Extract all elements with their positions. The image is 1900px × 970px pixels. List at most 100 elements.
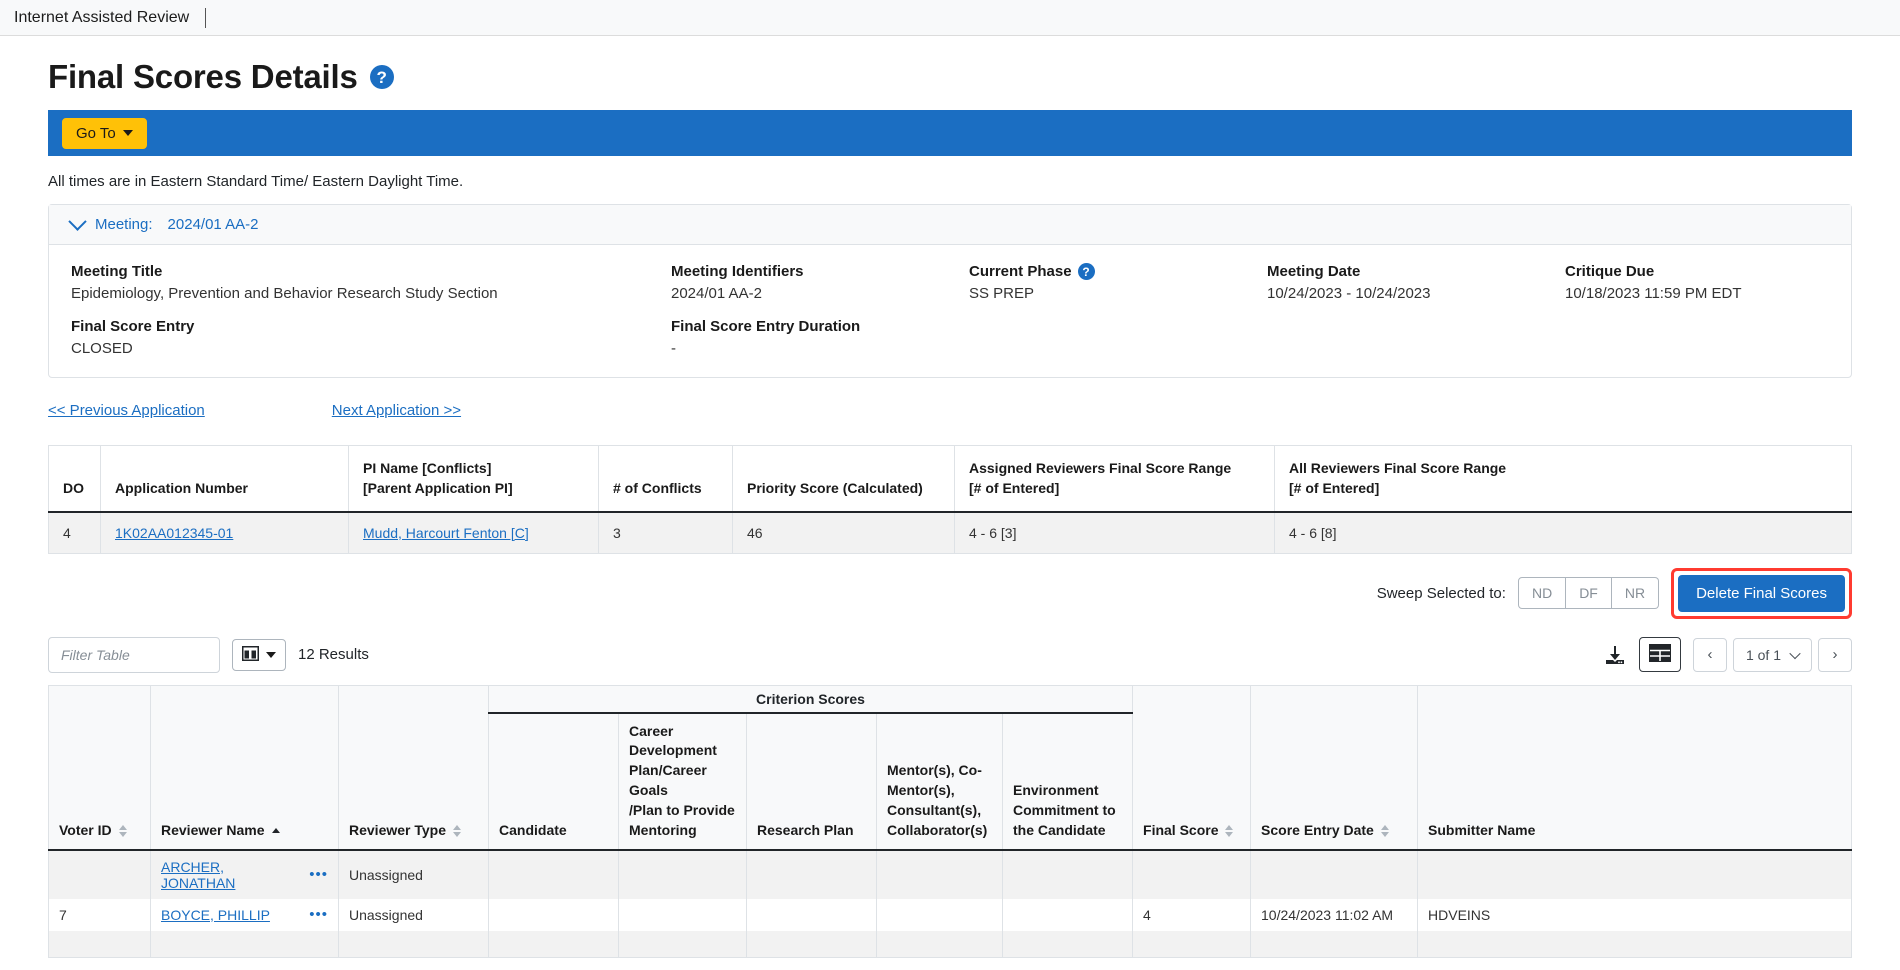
cell-reviewer-type: Unassigned: [338, 898, 489, 931]
field-value: Epidemiology, Prevention and Behavior Re…: [71, 285, 498, 302]
reviewer-name-link[interactable]: BOYCE, PHILLIP: [161, 907, 270, 923]
application-number-link[interactable]: 1K02AA012345-01: [115, 525, 233, 541]
cell-candidate: [488, 898, 619, 931]
cell-career-development: [618, 898, 747, 931]
previous-page-button[interactable]: ‹: [1692, 637, 1727, 672]
toolbar-right-group: ‹ 1 of 1 ›: [1603, 637, 1852, 673]
app-titlebar: Internet Assisted Review: [0, 0, 1900, 36]
field-meeting-date: Meeting Date 10/24/2023 - 10/24/2023: [1267, 263, 1565, 302]
cell-voter-id: [48, 930, 151, 958]
sort-icon: [1225, 824, 1234, 837]
col-application-number: Application Number: [100, 445, 349, 513]
col-score-entry-date[interactable]: Score Entry Date: [1250, 712, 1419, 851]
pi-name-link[interactable]: Mudd, Harcourt Fenton [C]: [363, 525, 529, 541]
chevron-down-icon: [1789, 647, 1801, 659]
field-label: Meeting Title: [71, 263, 163, 280]
cell-candidate: [488, 930, 619, 958]
col-mentors: Mentor(s), Co- Mentor(s), Consultant(s),…: [876, 712, 1003, 851]
question-mark-icon[interactable]: ?: [369, 65, 394, 89]
reviewer-name-link[interactable]: ARCHER, JONATHAN: [161, 859, 301, 891]
field-final-score-entry-duration: Final Score Entry Duration -: [671, 318, 969, 357]
cell-submitter-name: [1417, 930, 1852, 958]
cell-final-score: [1132, 849, 1252, 899]
cell-reviewer-name: [150, 930, 339, 958]
page-indicator-label: 1 of 1: [1745, 646, 1781, 663]
cell-pi-name: Mudd, Harcourt Fenton [C]: [348, 511, 599, 554]
col-pi-name: PI Name [Conflicts] [Parent Application …: [348, 445, 599, 513]
cell-voter-id: [48, 849, 151, 899]
field-value: 10/24/2023 - 10/24/2023: [1267, 285, 1431, 302]
col-voter-id[interactable]: Voter ID: [48, 712, 151, 851]
sweep-button-group: ND DF NR: [1517, 577, 1660, 610]
sort-ascending-icon: [271, 828, 280, 834]
chevron-down-icon: [266, 651, 276, 658]
ellipsis-icon[interactable]: •••: [309, 867, 328, 882]
chevron-down-icon: [68, 212, 87, 231]
sweep-df-button[interactable]: DF: [1566, 577, 1612, 610]
text-cursor: [205, 7, 207, 28]
group-blank-reviewer-name: [150, 685, 339, 713]
page-indicator-select[interactable]: 1 of 1: [1732, 637, 1812, 672]
group-blank-final-score: [1132, 685, 1252, 713]
sort-icon: [453, 824, 462, 837]
field-value: CLOSED: [71, 340, 133, 357]
cell-submitter-name: [1417, 849, 1852, 899]
cell-environment: [1002, 930, 1134, 958]
meeting-fields-grid: Meeting Title Epidemiology, Prevention a…: [71, 263, 1829, 357]
next-page-button[interactable]: ›: [1818, 637, 1852, 672]
group-blank-submitter-name: [1417, 685, 1852, 713]
results-count: 12 Results: [298, 646, 369, 664]
grid-icon: [1648, 644, 1671, 665]
meeting-panel: Meeting: 2024/01 AA-2 Meeting Title Epid…: [48, 204, 1852, 378]
group-blank-score-entry-date: [1250, 685, 1419, 713]
column-chooser-button[interactable]: [232, 638, 286, 671]
field-meeting-identifiers: Meeting Identifiers 2024/01 AA-2: [671, 263, 969, 302]
question-mark-icon[interactable]: ?: [1077, 263, 1095, 280]
application-summary-table: DO Application Number PI Name [Conflicts…: [48, 445, 1852, 554]
field-label: Final Score Entry: [71, 318, 195, 335]
group-header-row: Criterion Scores: [48, 685, 1852, 714]
timezone-note: All times are in Eastern Standard Time/ …: [48, 173, 464, 190]
cell-all-range: 4 - 6 [8]: [1274, 511, 1852, 554]
cell-application-number: 1K02AA012345-01: [100, 511, 349, 554]
ellipsis-icon[interactable]: •••: [309, 907, 328, 922]
filter-table-input[interactable]: [48, 636, 220, 673]
cell-environment: [1002, 849, 1134, 899]
cell-career-development: [618, 849, 747, 899]
col-final-score[interactable]: Final Score: [1132, 712, 1252, 851]
col-reviewer-type[interactable]: Reviewer Type: [338, 712, 489, 851]
go-to-button[interactable]: Go To: [62, 117, 147, 149]
cell-mentors: [876, 930, 1003, 958]
go-to-label: Go To: [76, 124, 116, 142]
cell-score-entry-date: 10/24/2023 11:02 AM: [1250, 898, 1419, 931]
sweep-nd-button[interactable]: ND: [1517, 577, 1567, 610]
column-header-row: Voter ID Reviewer Name Reviewer Type Can…: [48, 712, 1852, 851]
cell-reviewer-type: [338, 930, 489, 958]
field-label: Meeting Date: [1267, 263, 1361, 280]
grid-view-button[interactable]: [1638, 637, 1681, 673]
delete-final-scores-button[interactable]: Delete Final Scores: [1678, 574, 1845, 612]
group-blank-reviewer-type: [338, 685, 489, 713]
columns-icon: [241, 645, 260, 664]
col-environment: Environment Commitment to the Candidate: [1002, 712, 1134, 851]
next-application-link[interactable]: Next Application >>: [332, 402, 461, 419]
field-value: -: [671, 340, 676, 357]
field-value: 2024/01 AA-2: [671, 285, 762, 302]
col-candidate: Candidate: [488, 712, 619, 851]
sweep-actions-row: Sweep Selected to: ND DF NR Delete Final…: [48, 554, 1852, 627]
meeting-label: Meeting:: [95, 216, 153, 233]
delete-final-scores-highlight: Delete Final Scores: [1671, 567, 1852, 619]
application-navigation: << Previous Application Next Application…: [48, 378, 1852, 445]
download-icon[interactable]: [1603, 643, 1627, 667]
col-reviewer-name[interactable]: Reviewer Name: [150, 712, 339, 851]
previous-application-link[interactable]: << Previous Application: [48, 402, 205, 419]
group-blank-voter-id: [48, 685, 151, 713]
table-header-row: DO Application Number PI Name [Conflicts…: [48, 445, 1852, 513]
sweep-nr-button[interactable]: NR: [1611, 577, 1660, 610]
meeting-panel-toggle[interactable]: Meeting: 2024/01 AA-2: [49, 205, 1851, 245]
field-label: Critique Due: [1565, 263, 1655, 280]
table-row: 4 1K02AA012345-01 Mudd, Harcourt Fenton …: [48, 511, 1852, 554]
field-label: Current Phase: [969, 263, 1072, 280]
cell-reviewer-type: Unassigned: [338, 849, 489, 899]
toolbar-left-group: 12 Results: [48, 636, 369, 673]
